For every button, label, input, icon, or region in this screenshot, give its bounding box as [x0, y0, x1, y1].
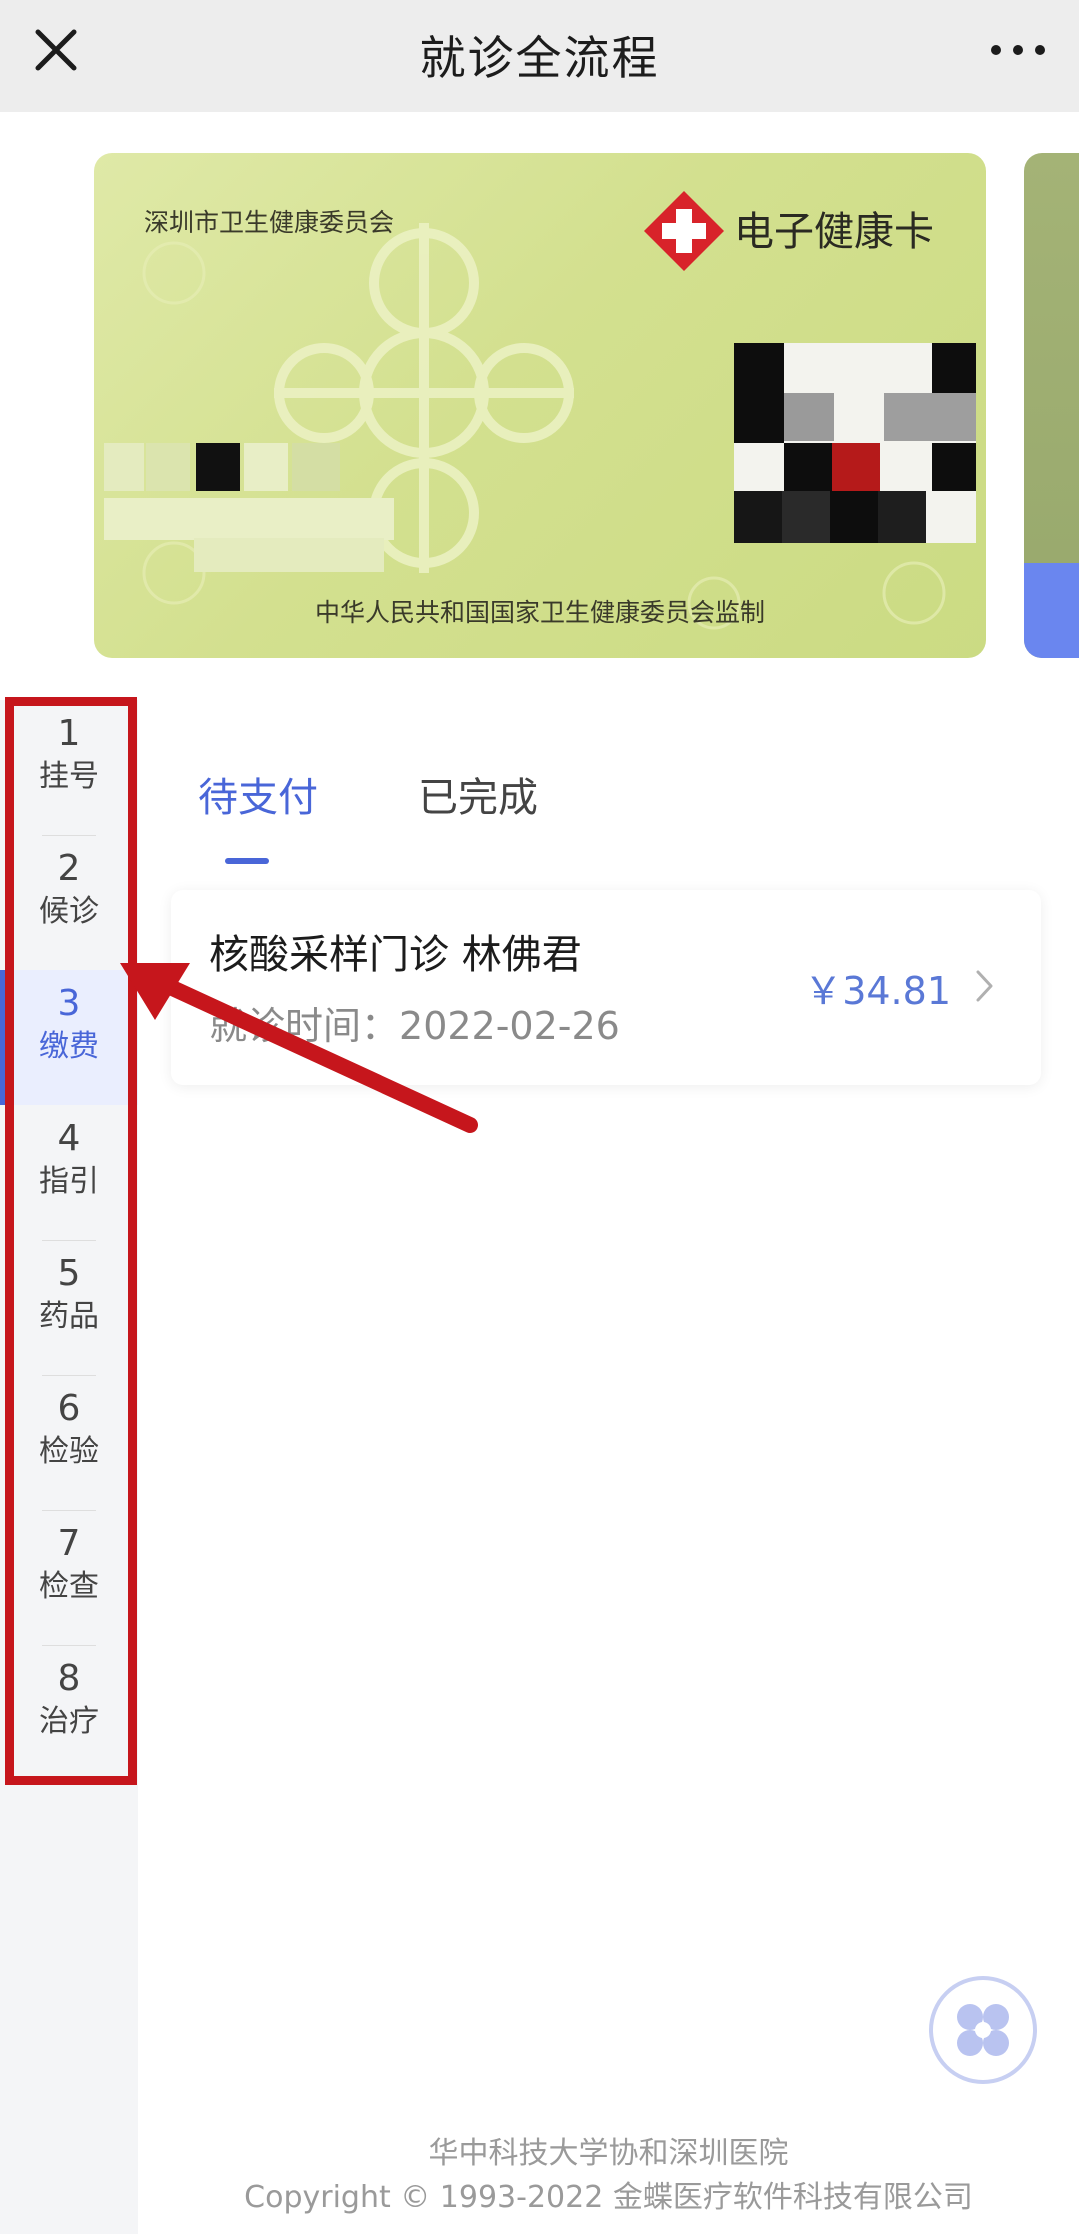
order-price: ￥34.81 [804, 969, 951, 1013]
health-card[interactable]: 深圳市卫生健康委员会 电子健康卡 中华人民共和国国家卫生健康委员会监制 [94, 153, 986, 658]
tab-completed[interactable]: 已完成 [418, 765, 538, 823]
step-lab-test[interactable]: 6 检验 [0, 1375, 138, 1510]
step-number: 5 [57, 1253, 81, 1294]
tab-active-indicator [225, 858, 269, 864]
next-card-strip [1024, 563, 1079, 658]
step-label: 药品 [39, 1299, 99, 1334]
step-number: 2 [57, 848, 81, 889]
footer-hospital: 华中科技大学协和深圳医院 [428, 2136, 789, 2171]
annotation-arrow-icon [120, 963, 478, 1133]
step-number: 1 [57, 713, 81, 754]
step-sidebar: 1 挂号 2 候诊 3 缴费 4 指引 5 药品 6 检验 7 检查 8 治疗 [0, 700, 138, 2234]
step-number: 8 [57, 1658, 81, 1699]
step-number: 6 [57, 1388, 81, 1429]
step-register[interactable]: 1 挂号 [0, 700, 138, 835]
card-title: 电子健康卡 [734, 209, 934, 255]
card-supervisor-text: 中华人民共和国国家卫生健康委员会监制 [314, 598, 765, 627]
step-label: 挂号 [39, 759, 99, 794]
chevron-right-icon [976, 970, 993, 1002]
step-label: 检查 [39, 1569, 99, 1604]
card-issuer: 深圳市卫生健康委员会 [144, 208, 395, 237]
step-label: 检验 [39, 1434, 99, 1469]
step-treatment[interactable]: 8 治疗 [0, 1645, 138, 1780]
footer-copyright: Copyright © 1993-2022 金蝶医疗软件科技有限公司 [244, 2180, 973, 2215]
step-medicine[interactable]: 5 药品 [0, 1240, 138, 1375]
more-icon[interactable] [983, 26, 1053, 74]
red-cross-logo-icon [644, 191, 724, 271]
page-title: 就诊全流程 [419, 31, 660, 85]
step-label: 候诊 [39, 894, 99, 929]
step-label: 治疗 [39, 1704, 99, 1739]
step-label: 指引 [39, 1164, 99, 1199]
step-examination[interactable]: 7 检查 [0, 1510, 138, 1645]
floating-menu-button-icon[interactable] [928, 1975, 1038, 2085]
nav-bar: 就诊全流程 [0, 0, 1079, 112]
step-number: 7 [57, 1523, 81, 1564]
tab-pending-payment[interactable]: 待支付 [198, 765, 318, 823]
next-card-peek[interactable] [1024, 153, 1079, 658]
